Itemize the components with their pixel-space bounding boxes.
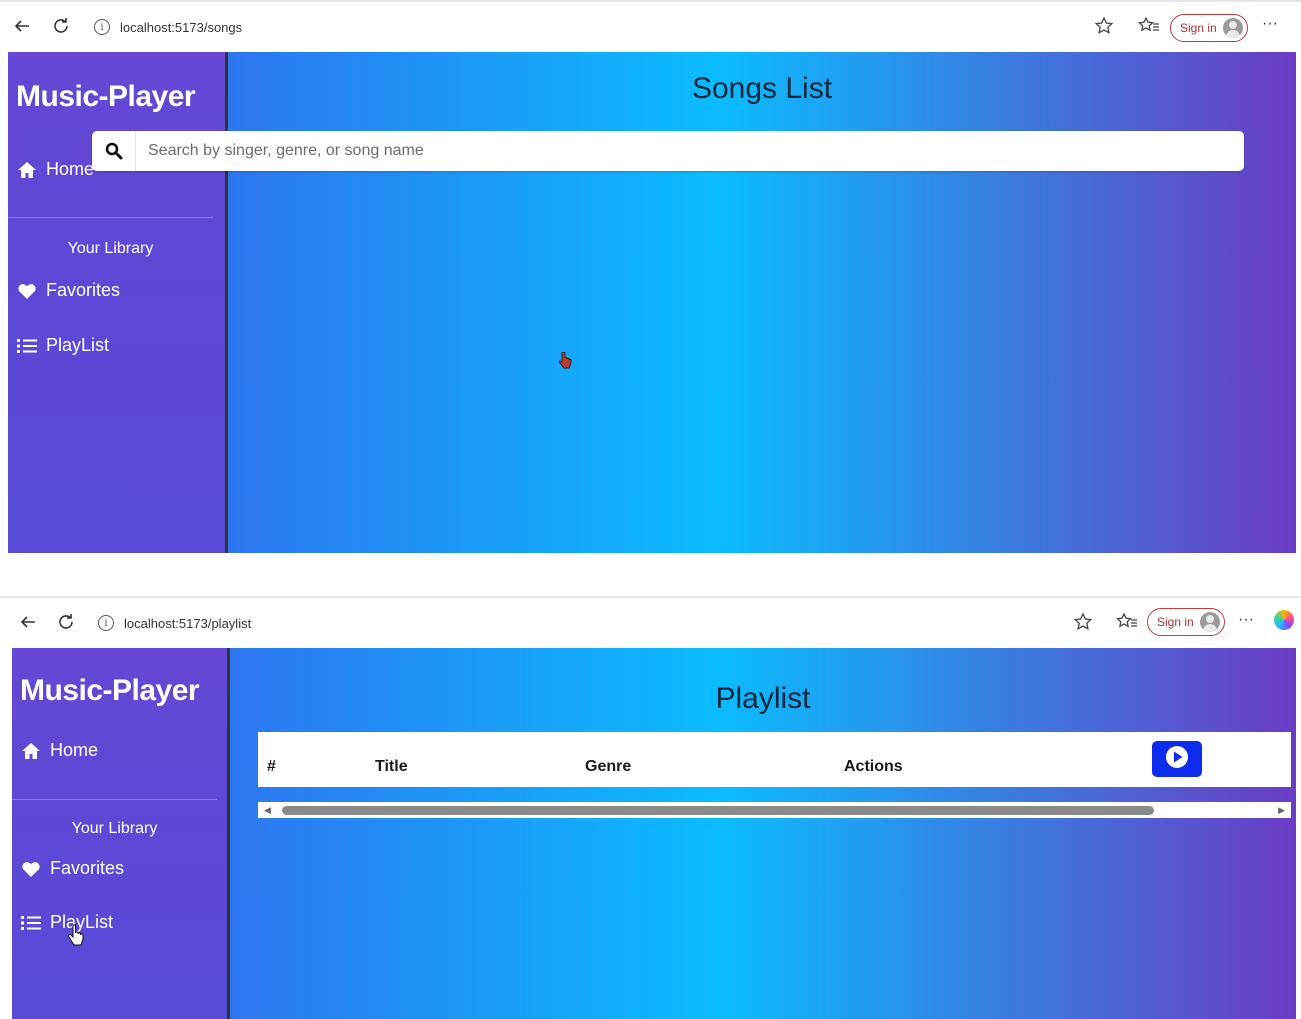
star-icon[interactable]: [1094, 16, 1114, 40]
favorites-bar-icon[interactable]: [1116, 612, 1138, 636]
sidebar: Music-Player Home Your Library Favorites: [12, 648, 230, 1019]
search-input[interactable]: [136, 142, 1244, 160]
sidebar-divider: [12, 799, 217, 800]
app-root: Music-Player Home Your Library Favorites: [12, 648, 1296, 1019]
home-icon: [20, 742, 42, 760]
brand-logo[interactable]: Music-Player: [20, 674, 200, 708]
sign-in-label: Sign in: [1180, 21, 1217, 35]
sidebar-item-favorites[interactable]: Favorites: [16, 280, 120, 301]
home-icon: [16, 161, 38, 179]
playlist-page-screenshot: i localhost:5173/playlist Sign in ··· Mu…: [0, 596, 1301, 1019]
avatar-icon: [1199, 612, 1220, 632]
column-header-genre: Genre: [585, 758, 632, 775]
sidebar-item-label: PlayList: [46, 335, 110, 355]
cursor-hand-icon: [68, 924, 84, 953]
refresh-icon[interactable]: [51, 16, 71, 40]
scroll-right-arrow-icon[interactable]: ▶: [1278, 805, 1285, 816]
copilot-icon[interactable]: [1274, 610, 1294, 630]
app-root: Music-Player Home Your Library Favorites: [8, 52, 1296, 553]
column-header-actions: Actions: [844, 758, 903, 775]
refresh-icon[interactable]: [56, 612, 76, 636]
info-icon[interactable]: i: [98, 615, 114, 631]
column-header-title: Title: [375, 758, 408, 775]
sign-in-button[interactable]: Sign in: [1147, 608, 1225, 636]
list-icon: [16, 338, 38, 354]
play-button[interactable]: [1152, 741, 1202, 777]
info-icon[interactable]: i: [94, 19, 110, 35]
sidebar-item-home[interactable]: Home: [20, 740, 98, 761]
browser-toolbar: i localhost:5173/songs Sign in ···: [0, 0, 1301, 52]
sign-in-button[interactable]: Sign in: [1170, 14, 1248, 42]
heart-icon: [20, 860, 42, 878]
scroll-left-arrow-icon[interactable]: ◀: [264, 805, 271, 816]
playlist-table: # Title Genre Actions: [258, 732, 1291, 787]
address-bar[interactable]: i localhost:5173/playlist: [92, 608, 1042, 638]
sidebar: Music-Player Home Your Library Favorites: [8, 52, 228, 553]
heart-icon: [16, 282, 38, 300]
sidebar-divider: [8, 217, 213, 218]
sidebar-item-label: Home: [50, 740, 99, 760]
brand-logo[interactable]: Music-Player: [16, 80, 196, 114]
arrow-left-icon[interactable]: [12, 16, 32, 40]
column-header-number: #: [267, 758, 276, 775]
more-dots-icon[interactable]: ···: [1262, 14, 1278, 34]
list-icon: [20, 915, 42, 931]
search-bar: [92, 131, 1244, 171]
search-icon: [92, 131, 136, 171]
arrow-left-icon[interactable]: [18, 612, 38, 636]
page-title: Songs List: [691, 72, 833, 105]
more-dots-icon[interactable]: ···: [1238, 610, 1254, 630]
sidebar-item-playlist[interactable]: PlayList: [16, 335, 109, 356]
library-heading: Your Library: [71, 820, 158, 837]
cursor-pointer-icon: [558, 351, 572, 375]
sidebar-item-label: Favorites: [46, 280, 121, 300]
browser-toolbar: i localhost:5173/playlist Sign in ···: [0, 596, 1301, 648]
page-title: Playlist: [715, 682, 811, 715]
horizontal-scrollbar[interactable]: ◀ ▶: [258, 802, 1291, 818]
favorites-bar-icon[interactable]: [1138, 16, 1160, 40]
sidebar-item-label: Favorites: [50, 858, 125, 878]
sidebar-item-label: Home: [46, 159, 95, 179]
url-text: localhost:5173/songs: [120, 19, 243, 35]
library-heading: Your Library: [67, 240, 154, 257]
address-bar[interactable]: i localhost:5173/songs: [88, 12, 1068, 42]
sign-in-label: Sign in: [1157, 615, 1194, 629]
url-text: localhost:5173/playlist: [124, 615, 252, 631]
avatar-icon: [1222, 18, 1243, 38]
star-icon[interactable]: [1073, 612, 1093, 636]
sidebar-item-playlist[interactable]: PlayList: [20, 912, 113, 933]
songs-page-screenshot: i localhost:5173/songs Sign in ··· Music…: [0, 0, 1301, 553]
scrollbar-thumb[interactable]: [282, 806, 1154, 815]
sidebar-item-home[interactable]: Home: [16, 159, 94, 180]
play-circle-icon: [1164, 744, 1190, 775]
sidebar-item-favorites[interactable]: Favorites: [20, 858, 124, 879]
